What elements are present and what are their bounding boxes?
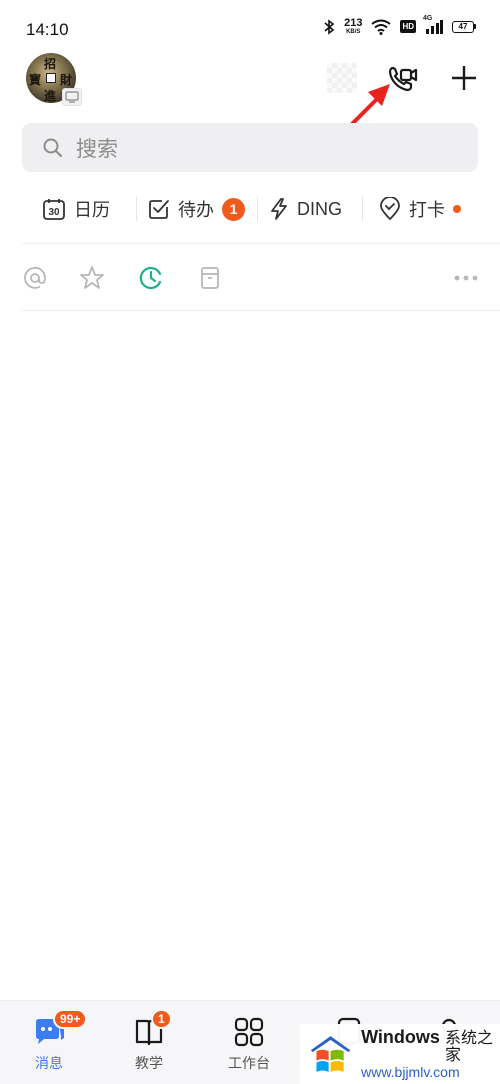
svg-text:30: 30 xyxy=(48,207,60,218)
shortcut-calendar[interactable]: 30 日历 xyxy=(42,186,110,232)
watermark-url: www.bjjmlv.com xyxy=(361,1063,460,1080)
at-icon[interactable] xyxy=(22,265,48,291)
status-bar: 14:10 213 KB/S HD 4G 47 xyxy=(0,0,500,50)
watermark: Windows 系统之家 www.bjjmlv.com xyxy=(300,1024,500,1084)
device-icon xyxy=(62,88,82,106)
shortcut-todo-label: 待办 xyxy=(178,200,214,220)
book-icon: 1 xyxy=(131,1009,172,1049)
shortcut-ding-label: DING xyxy=(297,198,342,219)
todo-check-icon xyxy=(149,200,169,219)
signal-icon: 4G xyxy=(423,15,443,35)
tab-messages-label: 消息 xyxy=(35,1055,63,1071)
tab-messages[interactable]: 99+ 消息 xyxy=(14,1009,88,1075)
shortcut-calendar-label: 日历 xyxy=(74,200,110,220)
tab-workbench[interactable]: 工作台 xyxy=(214,1015,284,1075)
battery-icon: 47 xyxy=(452,20,476,33)
archive-icon[interactable] xyxy=(197,265,223,291)
bluetooth-icon xyxy=(323,18,335,35)
add-button[interactable] xyxy=(448,62,480,94)
tab-workbench-label: 工作台 xyxy=(228,1055,270,1071)
search-icon xyxy=(43,138,62,157)
checkin-dot xyxy=(453,205,461,213)
hd-badge: HD xyxy=(400,20,416,33)
shortcut-ding[interactable]: DING xyxy=(269,186,342,232)
location-pin-icon xyxy=(380,197,400,221)
divider xyxy=(22,310,500,311)
add-icon xyxy=(452,66,476,90)
status-icons: 213 KB/S HD 4G 47 xyxy=(323,15,476,36)
todo-badge: 1 xyxy=(222,197,245,221)
windows-logo-icon xyxy=(310,1036,351,1072)
clock-icon[interactable] xyxy=(138,265,164,291)
shortcut-checkin-label: 打卡 xyxy=(409,200,445,220)
wifi-icon xyxy=(371,19,392,35)
watermark-brand: Windows xyxy=(361,1027,440,1048)
watermark-cn: 系统之家 xyxy=(444,1030,493,1065)
tab-teaching-label: 教学 xyxy=(135,1055,163,1071)
message-icon: 99+ xyxy=(31,1009,88,1049)
teaching-badge: 1 xyxy=(151,1009,172,1029)
search-placeholder: 搜索 xyxy=(76,137,118,161)
divider xyxy=(22,243,500,244)
lightning-icon xyxy=(271,198,287,220)
calendar-icon: 30 xyxy=(43,199,65,220)
search-input[interactable]: 搜索 xyxy=(22,123,478,172)
shortcut-checkin[interactable]: 打卡 xyxy=(379,186,461,232)
status-time: 14:10 xyxy=(26,20,69,39)
shortcut-todo[interactable]: 待办 1 xyxy=(148,186,245,232)
grid-icon xyxy=(231,1015,267,1049)
messages-badge: 99+ xyxy=(53,1009,88,1029)
tab-teaching[interactable]: 1 教学 xyxy=(114,1009,184,1075)
network-speed: 213 KB/S xyxy=(344,17,363,36)
star-icon[interactable] xyxy=(79,265,105,291)
shortcut-bar: 30 日历 待办 1 DING 打卡 xyxy=(22,186,500,232)
filter-row xyxy=(22,258,500,298)
more-icon[interactable] xyxy=(452,265,480,291)
